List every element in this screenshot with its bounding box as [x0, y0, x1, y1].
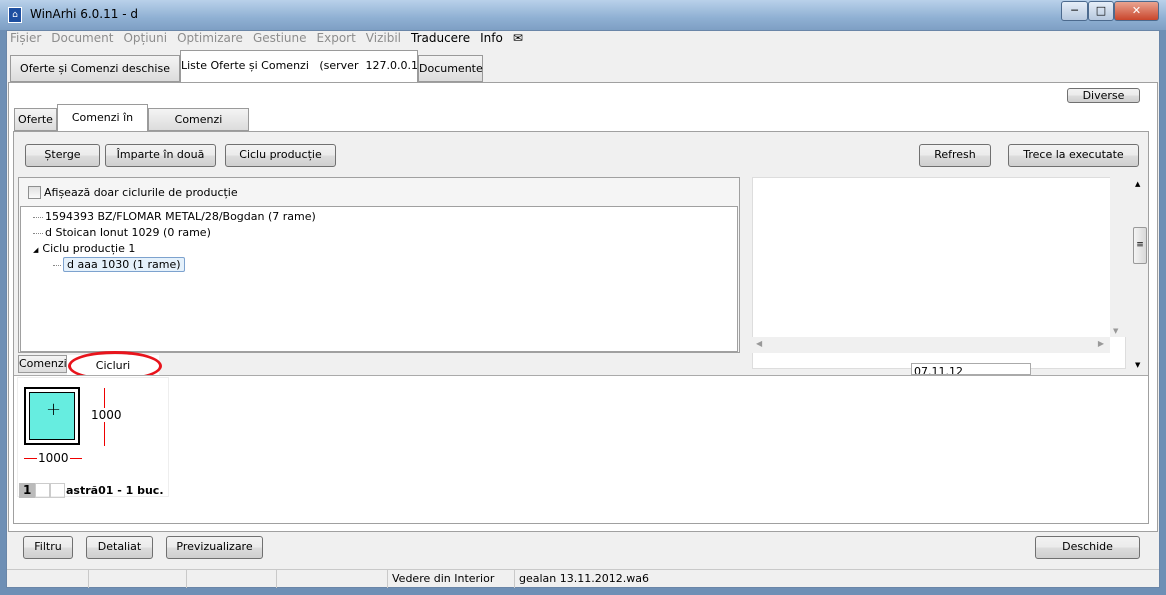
window-title: WinArhi 6.0.11 - d — [30, 7, 138, 21]
index-box — [35, 483, 50, 498]
tree-item-selected[interactable]: d aaa 1030 (1 rame) — [33, 257, 737, 273]
details-vscrollbar[interactable]: ▼ — [1110, 177, 1126, 337]
deschide-button[interactable]: Deschide — [1035, 536, 1140, 559]
imparte-button[interactable]: Împarte în două — [105, 144, 216, 167]
menu-optiuni[interactable]: Opțiuni — [123, 31, 167, 47]
date-field[interactable]: 07.11.12 — [911, 363, 1031, 375]
preview-area — [14, 375, 1148, 523]
sterge-button[interactable]: Șterge — [25, 144, 100, 167]
scroll-up-icon[interactable]: ▲ — [1135, 180, 1140, 188]
minimize-button[interactable]: ─ — [1061, 1, 1088, 21]
tab-comenzi[interactable]: Comenzi — [18, 355, 67, 373]
width-dimension: 1000 — [37, 451, 70, 465]
tab-comenzi-in-lucru[interactable]: Comenzi în lucru — [57, 104, 148, 150]
status-segment — [7, 570, 89, 588]
filtru-button[interactable]: Filtru — [23, 536, 73, 559]
tree-item[interactable]: 1594393 BZ/FLOMAR METAL/28/Bogdan (7 ram… — [33, 209, 737, 225]
app-icon: ⌂ — [8, 7, 22, 23]
tab-liste-oferte-comenzi[interactable]: Liste Oferte și Comenzi (server 127.0.0.… — [180, 50, 422, 83]
expand-triangle-icon[interactable]: ◢ — [33, 246, 38, 254]
status-segment — [277, 570, 388, 588]
details-hscrollbar[interactable]: ◀ ▶ — [752, 337, 1110, 353]
menu-document[interactable]: Document — [51, 31, 113, 47]
menu-export[interactable]: Export — [317, 31, 356, 47]
title-bar — [0, 0, 1166, 30]
main-vscrollbar[interactable]: ▲ ≡ ▼ — [1130, 177, 1148, 371]
item-caption: astră01 - 1 buc. — [66, 484, 164, 497]
status-bar: Vedere din Interior gealan 13.11.2012.wa… — [7, 569, 1159, 588]
filter-checkbox[interactable] — [28, 186, 41, 199]
status-segment — [187, 570, 277, 588]
tab-oferte[interactable]: Oferte — [14, 108, 57, 131]
menu-vizibil[interactable]: Vizibil — [366, 31, 401, 47]
orders-tree[interactable]: 1594393 BZ/FLOMAR METAL/28/Bogdan (7 ram… — [20, 206, 738, 352]
tab-documente[interactable]: Documente — [418, 55, 483, 82]
tab-comenzi-executate[interactable]: Comenzi executate — [148, 108, 249, 148]
status-view: Vedere din Interior — [388, 570, 515, 588]
tab-oferte-comenzi-deschise[interactable]: Oferte și Comenzi deschise — [10, 55, 180, 82]
previzualizare-button[interactable]: Previzualizare — [166, 536, 263, 559]
glass-pane: + — [29, 392, 75, 440]
menu-optimizare[interactable]: Optimizare — [177, 31, 243, 47]
diverse-button[interactable]: Diverse — [1067, 88, 1140, 103]
window-frame: + — [24, 387, 80, 445]
refresh-button[interactable]: Refresh — [919, 144, 991, 167]
filter-checkbox-label: Afișează doar ciclurile de producție — [44, 186, 238, 199]
ciclu-productie-button[interactable]: Ciclu producție — [225, 144, 336, 167]
close-button[interactable]: ✕ — [1114, 1, 1159, 21]
menu-bar: Fișier Document Opțiuni Optimizare Gesti… — [10, 31, 523, 47]
detaliat-button[interactable]: Detaliat — [86, 536, 153, 559]
index-box — [50, 483, 65, 498]
status-segment — [89, 570, 187, 588]
maximize-button[interactable]: □ — [1088, 1, 1114, 21]
height-dimension: 1000 — [91, 408, 122, 422]
tree-item-group[interactable]: ◢ Ciclu producție 1 — [33, 241, 737, 257]
menu-traducere[interactable]: Traducere — [411, 31, 470, 47]
item-index: 1 — [19, 483, 35, 498]
mail-icon[interactable]: ✉ — [513, 31, 523, 47]
status-file: gealan 13.11.2012.wa6 — [519, 572, 649, 585]
scroll-down-icon[interactable]: ▼ — [1135, 361, 1140, 369]
menu-info[interactable]: Info — [480, 31, 503, 47]
menu-gestiune[interactable]: Gestiune — [253, 31, 307, 47]
window-preview-card[interactable]: + 1000 1000 1 astră01 - 1 buc. — [17, 377, 169, 498]
scroll-thumb[interactable]: ≡ — [1133, 227, 1147, 264]
tree-item[interactable]: d Stoican Ionut 1029 (0 rame) — [33, 225, 737, 241]
trece-la-executate-button[interactable]: Trece la executate — [1008, 144, 1139, 167]
menu-fisier[interactable]: Fișier — [10, 31, 41, 47]
